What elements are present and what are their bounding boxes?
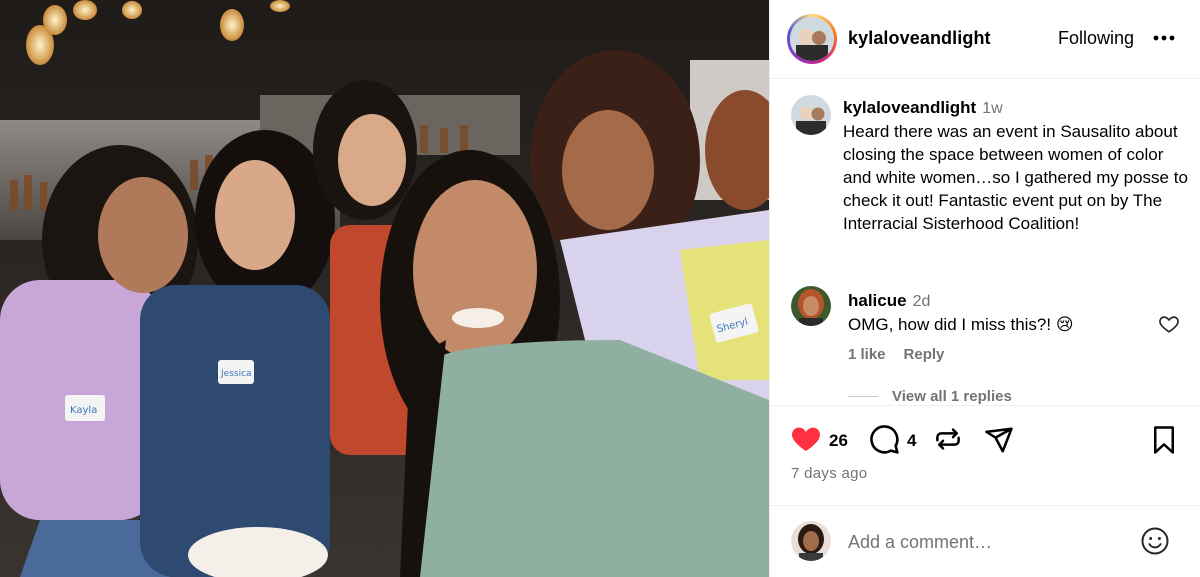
emoji-smile-icon[interactable] — [1140, 526, 1170, 556]
comment-icon[interactable] — [869, 424, 900, 455]
add-comment-bar — [770, 505, 1200, 577]
heart-filled-icon[interactable] — [789, 423, 823, 455]
share-icon[interactable] — [983, 425, 1015, 455]
save-bookmark-icon[interactable] — [1151, 425, 1177, 455]
author-username[interactable]: kylaloveandlight — [848, 28, 991, 49]
comment-count[interactable]: 4 — [907, 431, 916, 451]
comment-reply-button[interactable]: Reply — [904, 346, 945, 363]
current-user-avatar[interactable] — [791, 521, 831, 561]
repost-icon[interactable] — [933, 424, 963, 454]
caption-avatar[interactable] — [791, 95, 831, 135]
comment-item: halicue 2d OMG, how did I miss this?! 😢 — [848, 289, 1148, 336]
author-avatar[interactable] — [790, 17, 834, 61]
following-button[interactable]: Following — [1058, 28, 1134, 49]
action-bar: 26 4 7 days ago — [770, 405, 1200, 505]
caption-text: Heard there was an event in Sausalito ab… — [843, 122, 1188, 233]
like-count[interactable]: 26 — [829, 431, 848, 451]
caption-time[interactable]: 1w — [982, 100, 1002, 117]
view-replies-button[interactable]: View all 1 replies — [848, 388, 1012, 405]
caption-username[interactable]: kylaloveandlight — [843, 98, 976, 117]
replies-divider — [848, 396, 878, 397]
group-selfie-image: Kayla Jessica Sheryl — [0, 0, 769, 577]
comment-username[interactable]: halicue — [848, 291, 907, 310]
comment-time: 2d — [912, 293, 931, 310]
add-comment-input[interactable] — [848, 529, 1128, 555]
name-tag-1: Kayla — [70, 405, 97, 416]
post-caption: kylaloveandlight 1w Heard there was an ev… — [843, 96, 1188, 235]
more-horizontal-icon[interactable] — [1152, 26, 1176, 50]
post-header: kylaloveandlight Following — [770, 0, 1200, 79]
name-tag-2: Jessica — [220, 369, 252, 379]
comment-like-heart-icon[interactable] — [1158, 313, 1180, 335]
post-detail-panel: kylaloveandlight Following kylaloveandli… — [769, 0, 1200, 577]
commenter-avatar[interactable] — [791, 286, 831, 326]
comment-like-count[interactable]: 1 like — [848, 346, 886, 363]
post-date[interactable]: 7 days ago — [791, 465, 867, 482]
comment-meta: 1 like Reply — [848, 346, 944, 363]
comment-text: OMG, how did I miss this?! 😢 — [848, 315, 1074, 334]
view-replies-label: View all 1 replies — [892, 388, 1012, 405]
post-photo[interactable]: Kayla Jessica Sheryl — [0, 0, 769, 577]
